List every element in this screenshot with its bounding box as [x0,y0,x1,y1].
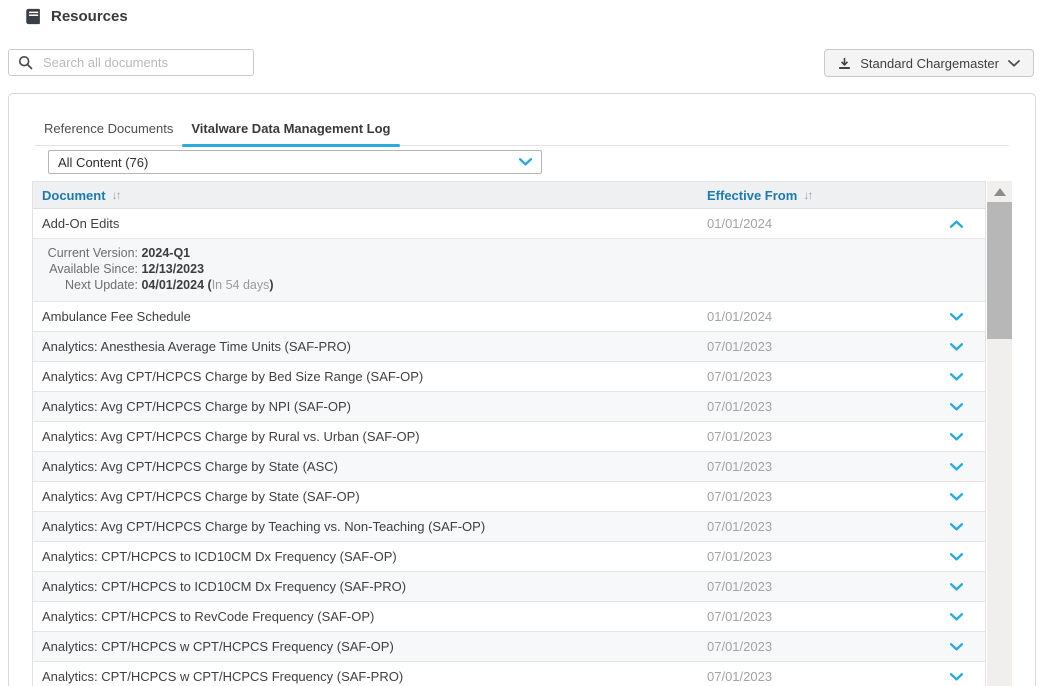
document-name: Analytics: Avg CPT/HCPCS Charge by NPI (… [33,399,707,414]
table-body: Add-On Edits 01/01/2024 Current Version:… [33,209,985,686]
detail-label: Available Since: [42,261,138,277]
table-row[interactable]: Analytics: Avg CPT/HCPCS Charge by State… [33,452,985,482]
vertical-scrollbar[interactable] [987,181,1012,686]
table-row[interactable]: Analytics: Avg CPT/HCPCS Charge by Rural… [33,422,985,452]
chevron-down-icon[interactable] [950,493,963,501]
table-row[interactable]: Analytics: Avg CPT/HCPCS Charge by State… [33,482,985,512]
chevron-down-icon[interactable] [950,463,963,471]
chevron-down-icon [519,158,532,166]
column-header-document-label: Document [42,188,106,203]
scrollbar-up-arrow[interactable] [994,188,1006,196]
effective-from-date: 01/01/2024 [707,309,985,324]
effective-from-date: 07/01/2023 [707,339,985,354]
detail-line: Current Version: 2024-Q1 [42,245,976,261]
column-header-document[interactable]: Document ↓↑ [33,188,707,203]
table-row[interactable]: Analytics: CPT/HCPCS to RevCode Frequenc… [33,602,985,632]
table-row[interactable]: Analytics: Anesthesia Average Time Units… [33,332,985,362]
document-name: Ambulance Fee Schedule [33,309,707,324]
chevron-down-icon [1008,60,1020,67]
effective-from-date: 07/01/2023 [707,519,985,534]
chevron-down-icon[interactable] [950,343,963,351]
document-name: Analytics: Avg CPT/HCPCS Charge by State… [33,489,707,504]
chevron-down-icon[interactable] [950,553,963,561]
search-box[interactable] [8,49,254,76]
document-name: Analytics: CPT/HCPCS to ICD10CM Dx Frequ… [33,579,707,594]
chevron-down-icon[interactable] [950,433,963,441]
effective-from-date: 07/01/2023 [707,459,985,474]
resources-card: Reference Documents Vitalware Data Manag… [8,93,1036,686]
tab-vitalware-data-management-log[interactable]: Vitalware Data Management Log [182,114,399,145]
effective-from-date: 07/01/2023 [707,429,985,444]
effective-from-date: 07/01/2023 [707,579,985,594]
chevron-up-icon[interactable] [950,220,963,228]
document-name: Analytics: Avg CPT/HCPCS Charge by State… [33,459,707,474]
effective-from-date: 07/01/2023 [707,399,985,414]
document-name: Analytics: Avg CPT/HCPCS Charge by Teach… [33,519,707,534]
chevron-down-icon[interactable] [950,313,963,321]
chevron-down-icon[interactable] [950,673,963,681]
document-name: Analytics: Anesthesia Average Time Units… [33,339,707,354]
table-row[interactable]: Analytics: Avg CPT/HCPCS Charge by NPI (… [33,392,985,422]
effective-from-date: 01/01/2024 [707,216,985,231]
detail-label: Current Version: [42,245,138,261]
column-header-effective-from[interactable]: Effective From ↓↑ [707,188,985,203]
table-row[interactable]: Analytics: CPT/HCPCS w CPT/HCPCS Frequen… [33,662,985,686]
effective-from-date: 07/01/2023 [707,489,985,504]
effective-from-date: 07/01/2023 [707,369,985,384]
document-name: Analytics: Avg CPT/HCPCS Charge by Bed S… [33,369,707,384]
effective-from-date: 07/01/2023 [707,609,985,624]
table-row[interactable]: Analytics: Avg CPT/HCPCS Charge by Teach… [33,512,985,542]
document-name: Add-On Edits [33,216,707,231]
effective-from-date: 07/01/2023 [707,549,985,564]
document-name: Analytics: CPT/HCPCS w CPT/HCPCS Frequen… [33,669,707,684]
tab-reference-documents[interactable]: Reference Documents [35,114,182,145]
detail-value: 12/13/2023 [138,262,204,276]
chevron-down-icon[interactable] [950,403,963,411]
chargemaster-button-label: Standard Chargemaster [860,56,999,71]
page-title: Resources [25,8,128,25]
detail-note: In 54 days [212,278,270,292]
table-row[interactable]: Analytics: Avg CPT/HCPCS Charge by Bed S… [33,362,985,392]
effective-from-date: 07/01/2023 [707,669,985,684]
search-icon [18,55,33,70]
tab-bar: Reference Documents Vitalware Data Manag… [35,114,1009,146]
detail-lines: Current Version: 2024-Q1Available Since:… [42,245,976,293]
table-header-row: Document ↓↑ Effective From ↓↑ [33,182,985,209]
download-icon [838,57,851,70]
document-name: Analytics: CPT/HCPCS to ICD10CM Dx Frequ… [33,549,707,564]
chevron-down-icon[interactable] [950,523,963,531]
search-input[interactable] [43,55,244,70]
document-name: Analytics: Avg CPT/HCPCS Charge by Rural… [33,429,707,444]
documents-table: Document ↓↑ Effective From ↓↑ Add-On Edi… [32,181,986,686]
table-row[interactable]: Analytics: CPT/HCPCS to ICD10CM Dx Frequ… [33,572,985,602]
scrollbar-thumb[interactable] [987,202,1012,339]
sort-icon[interactable]: ↓↑ [803,188,811,202]
document-name: Analytics: CPT/HCPCS w CPT/HCPCS Frequen… [33,639,707,654]
detail-label: Next Update: [42,277,138,293]
content-filter-select[interactable]: All Content (76) [48,150,542,174]
chargemaster-dropdown-button[interactable]: Standard Chargemaster [824,49,1034,77]
content-filter-value: All Content (76) [58,155,148,170]
detail-value: 04/01/2024 [138,278,204,292]
book-icon [25,8,42,25]
document-name: Analytics: CPT/HCPCS to RevCode Frequenc… [33,609,707,624]
detail-line: Available Since: 12/13/2023 [42,261,976,277]
effective-from-date: 07/01/2023 [707,639,985,654]
chevron-down-icon[interactable] [950,373,963,381]
table-row[interactable]: Ambulance Fee Schedule 01/01/2024 [33,302,985,332]
table-row[interactable]: Analytics: CPT/HCPCS to ICD10CM Dx Frequ… [33,542,985,572]
detail-line: Next Update: 04/01/2024 (In 54 days) [42,277,976,293]
column-header-effective-from-label: Effective From [707,188,797,203]
detail-value: 2024-Q1 [138,246,190,260]
page-title-text: Resources [51,8,128,25]
sort-icon[interactable]: ↓↑ [112,188,120,202]
table-row[interactable]: Add-On Edits 01/01/2024 [33,209,985,239]
expanded-row-detail: Current Version: 2024-Q1Available Since:… [33,239,985,302]
table-row[interactable]: Analytics: CPT/HCPCS w CPT/HCPCS Frequen… [33,632,985,662]
chevron-down-icon[interactable] [950,613,963,621]
chevron-down-icon[interactable] [950,643,963,651]
chevron-down-icon[interactable] [950,583,963,591]
